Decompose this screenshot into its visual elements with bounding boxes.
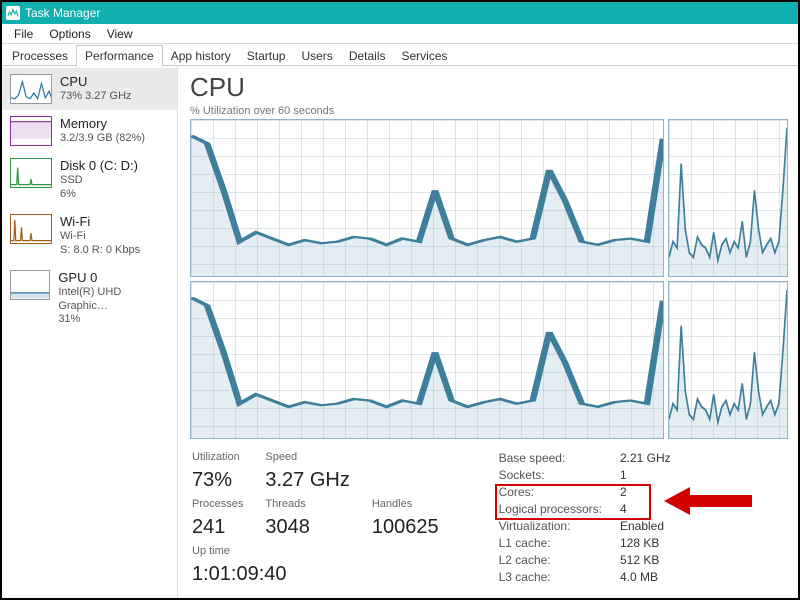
sidebar-item-memory[interactable]: Memory 3.2/3.9 GB (82%) [2,110,177,152]
sidebar-wifi-sub2: S: 8.0 R: 0 Kbps [60,244,140,258]
val-base-speed: 2.21 GHz [620,451,671,465]
lbl-l3: L3 cache: [499,570,602,584]
sidebar-wifi-title: Wi-Fi [60,214,140,230]
val-threads: 3048 [265,516,349,539]
sidebar: CPU 73% 3.27 GHz Memory 3.2/3.9 GB (82%) [2,66,178,598]
val-processes: 241 [192,516,243,539]
tab-details[interactable]: Details [341,46,394,66]
lbl-virt: Virtualization: [499,519,602,533]
thumb-cpu-icon [10,74,52,104]
cpu-chart-0[interactable] [190,119,664,277]
sidebar-disk-title: Disk 0 (C: D:) [60,158,138,174]
lbl-speed: Speed [265,451,349,463]
lbl-base-speed: Base speed: [499,451,602,465]
titlebar[interactable]: Task Manager [2,2,798,24]
tab-performance[interactable]: Performance [76,45,163,67]
window-title: Task Manager [25,6,100,20]
cpu-chart-3[interactable] [668,281,788,439]
sidebar-disk-sub: SSD [60,174,138,188]
lbl-handles: Handles [372,498,439,510]
sidebar-cpu-title: CPU [60,74,132,90]
lbl-utilization: Utilization [192,451,243,463]
lbl-threads: Threads [265,498,349,510]
sidebar-item-gpu[interactable]: GPU 0 Intel(R) UHD Graphic… 31% [2,264,177,334]
sidebar-wifi-sub: Wi-Fi [60,230,140,244]
tab-startup[interactable]: Startup [239,46,294,66]
lbl-cores: Cores: [499,485,602,499]
lbl-uptime: Up time [192,545,243,557]
lbl-l1: L1 cache: [499,536,602,550]
lbl-sockets: Sockets: [499,468,602,482]
cpu-chart-1[interactable] [668,119,788,277]
sidebar-gpu-title: GPU 0 [58,270,169,286]
main-panel: CPU % Utilization over 60 seconds Utiliz… [178,66,798,598]
sidebar-disk-sub2: 6% [60,188,138,202]
sidebar-item-cpu[interactable]: CPU 73% 3.27 GHz [2,68,177,110]
menu-view[interactable]: View [99,25,141,43]
lbl-l2: L2 cache: [499,553,602,567]
cpu-chart-grid [190,119,788,439]
stats-area: Utilization Speed 73% 3.27 GHz Processes… [190,451,788,586]
sidebar-item-disk[interactable]: Disk 0 (C: D:) SSD 6% [2,152,177,208]
val-utilization: 73% [192,469,243,492]
sidebar-mem-sub: 3.2/3.9 GB (82%) [60,132,145,146]
val-virt: Enabled [620,519,671,533]
tab-app-history[interactable]: App history [163,46,239,66]
sidebar-cpu-sub: 73% 3.27 GHz [60,90,132,104]
val-speed: 3.27 GHz [265,469,349,492]
sidebar-gpu-sub: Intel(R) UHD Graphic… [58,286,169,314]
tab-strip: Processes Performance App history Startu… [2,44,798,66]
thumb-wifi-icon [10,214,52,244]
menubar: File Options View [2,24,798,44]
val-handles: 100625 [372,516,439,539]
menu-options[interactable]: Options [41,25,98,43]
val-l3: 4.0 MB [620,570,671,584]
val-cores: 2 [620,485,671,499]
tab-users[interactable]: Users [293,46,340,66]
tab-services[interactable]: Services [394,46,456,66]
val-uptime: 1:01:09:40 [192,563,439,586]
sidebar-item-wifi[interactable]: Wi-Fi Wi-Fi S: 8.0 R: 0 Kbps [2,208,177,264]
page-title: CPU [190,72,788,103]
val-sockets: 1 [620,468,671,482]
thumb-disk-icon [10,158,52,188]
cpu-chart-2[interactable] [190,281,664,439]
app-icon [6,6,20,20]
sidebar-mem-title: Memory [60,116,145,132]
sidebar-gpu-sub2: 31% [58,313,169,327]
menu-file[interactable]: File [6,25,41,43]
arrow-annotation-icon [664,483,754,519]
val-lp: 4 [620,502,671,516]
chart-caption: % Utilization over 60 seconds [190,105,788,117]
window-frame: Task Manager File Options View Processes… [0,0,800,600]
val-l1: 128 KB [620,536,671,550]
lbl-lp: Logical processors: [499,502,602,516]
lbl-processes: Processes [192,498,243,510]
tab-processes[interactable]: Processes [4,46,76,66]
thumb-memory-icon [10,116,52,146]
val-l2: 512 KB [620,553,671,567]
thumb-gpu-icon [10,270,50,300]
